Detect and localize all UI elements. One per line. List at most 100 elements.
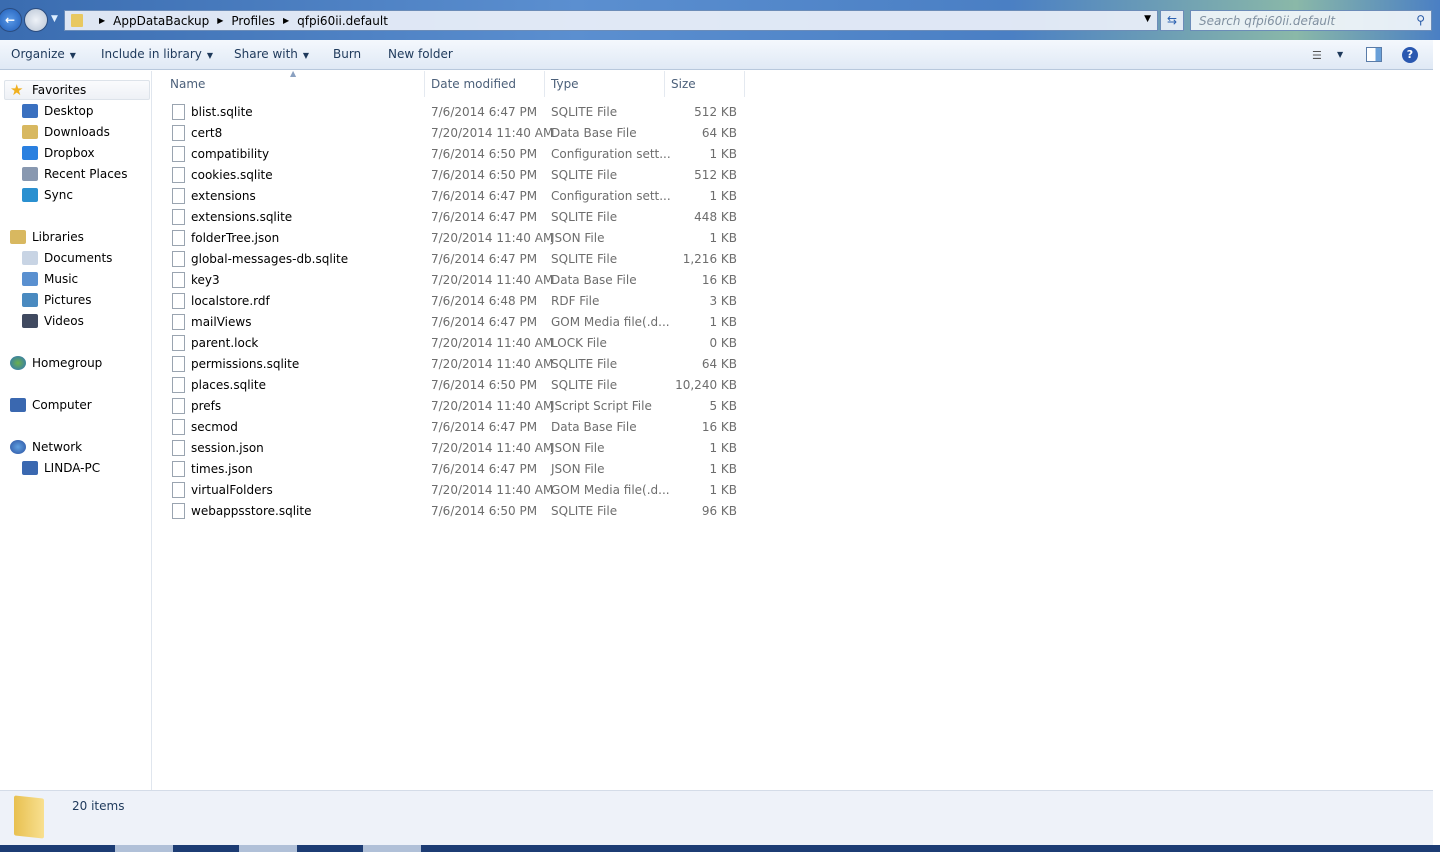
file-row[interactable]: mailViews 7/6/2014 6:47 PM GOM Media file(…	[170, 312, 740, 333]
sidebar-item-music[interactable]: Music	[22, 269, 78, 289]
sidebar-item-pictures[interactable]: Pictures	[22, 290, 92, 310]
search-icon[interactable]: ⚲	[1416, 13, 1425, 27]
sidebar-item-dropbox[interactable]: Dropbox	[22, 143, 95, 163]
sidebar-item-videos[interactable]: Videos	[22, 311, 84, 331]
file-name: times.json	[191, 462, 253, 476]
file-row[interactable]: global-messages-db.sqlite 7/6/2014 6:47 P…	[170, 249, 740, 270]
sidebar-network[interactable]: Network	[10, 437, 82, 457]
taskbar-button[interactable]	[115, 845, 173, 852]
file-size: 64 KB	[701, 126, 737, 140]
file-row[interactable]: prefs 7/20/2014 11:40 AM JScript Script Fi…	[170, 396, 740, 417]
file-type: JScript Script File	[551, 399, 652, 413]
file-name: parent.lock	[191, 336, 259, 350]
new-folder-button[interactable]: New folder	[388, 47, 453, 61]
file-icon	[172, 419, 185, 435]
file-size: 96 KB	[701, 504, 737, 518]
address-bar[interactable]: ▶ AppDataBackup ▶ Profiles ▶ qfpi60ii.de…	[64, 10, 1158, 31]
chevron-right-icon[interactable]: ▶	[283, 16, 289, 25]
file-icon	[172, 356, 185, 372]
file-row[interactable]: session.json 7/20/2014 11:40 AM JSON File 1…	[170, 438, 740, 459]
breadcrumb-profiles[interactable]: Profiles	[231, 14, 275, 28]
file-icon	[172, 461, 185, 477]
sidebar-item-recent-places[interactable]: Recent Places	[22, 164, 127, 184]
file-row[interactable]: blist.sqlite 7/6/2014 6:47 PM SQLITE File 5…	[170, 102, 740, 123]
sidebar-item-sync[interactable]: Sync	[22, 185, 73, 205]
share-with-button[interactable]: Share with ▼	[234, 47, 309, 61]
sidebar-item-documents[interactable]: Documents	[22, 248, 112, 268]
file-size: 1 KB	[709, 231, 737, 245]
recent-pages-dropdown-icon[interactable]: ▼	[51, 14, 58, 24]
sidebar-favorites[interactable]: ★ Favorites	[10, 80, 86, 100]
column-divider[interactable]	[664, 71, 665, 97]
file-type: Data Base File	[551, 126, 637, 140]
burn-button[interactable]: Burn	[333, 47, 361, 61]
file-size: 16 KB	[701, 420, 737, 434]
file-icon	[172, 104, 185, 120]
chevron-down-icon[interactable]: ▼	[1337, 50, 1343, 59]
file-row[interactable]: permissions.sqlite 7/20/2014 11:40 AM SQLI…	[170, 354, 740, 375]
column-header-name[interactable]: Name	[170, 77, 205, 91]
file-date: 7/20/2014 11:40 AM	[431, 126, 554, 140]
column-header-size[interactable]: Size	[671, 77, 696, 91]
chevron-right-icon[interactable]: ▶	[217, 16, 223, 25]
file-date: 7/20/2014 11:40 AM	[431, 336, 554, 350]
network-icon	[10, 440, 26, 454]
file-row[interactable]: compatibility 7/6/2014 6:50 PM Configurati…	[170, 144, 740, 165]
file-type: JSON File	[551, 462, 605, 476]
file-row[interactable]: extensions 7/6/2014 6:47 PM Configuration …	[170, 186, 740, 207]
sidebar-computer[interactable]: Computer	[10, 395, 92, 415]
forward-button[interactable]	[24, 8, 48, 32]
sidebar-item-linda-pc[interactable]: LINDA-PC	[22, 458, 100, 478]
file-type: SQLITE File	[551, 252, 618, 266]
sidebar-homegroup[interactable]: Homegroup	[10, 353, 102, 373]
column-divider[interactable]	[544, 71, 545, 97]
file-row[interactable]: places.sqlite 7/6/2014 6:50 PM SQLITE File…	[170, 375, 740, 396]
taskbar-button[interactable]	[363, 845, 421, 852]
address-dropdown-icon[interactable]: ▼	[1144, 14, 1151, 24]
file-size: 1 KB	[709, 441, 737, 455]
column-header-type[interactable]: Type	[551, 77, 579, 91]
file-icon	[172, 440, 185, 456]
search-input[interactable]: Search qfpi60ii.default ⚲	[1190, 10, 1432, 31]
organize-button[interactable]: Organize ▼	[11, 47, 76, 61]
file-row[interactable]: localstore.rdf 7/6/2014 6:48 PM RDF File 3 …	[170, 291, 740, 312]
chevron-right-icon[interactable]: ▶	[99, 16, 105, 25]
sidebar-label: Dropbox	[44, 146, 95, 160]
sidebar-label: Libraries	[32, 230, 84, 244]
chevron-down-icon: ▼	[302, 51, 310, 60]
file-row[interactable]: cert8 7/20/2014 11:40 AM Data Base File 64 …	[170, 123, 740, 144]
file-row[interactable]: virtualFolders 7/20/2014 11:40 AM GOM Medi…	[170, 480, 740, 501]
file-row[interactable]: cookies.sqlite 7/6/2014 6:50 PM SQLITE Fil…	[170, 165, 740, 186]
file-name: cookies.sqlite	[191, 168, 273, 182]
column-header-date[interactable]: Date modified	[431, 77, 516, 91]
refresh-button[interactable]: ⇆	[1160, 10, 1184, 31]
sidebar-item-downloads[interactable]: Downloads	[22, 122, 110, 142]
file-row[interactable]: secmod 7/6/2014 6:47 PM Data Base File 16 K…	[170, 417, 740, 438]
back-button[interactable]: ←	[0, 8, 22, 32]
file-date: 7/6/2014 6:50 PM	[431, 504, 538, 518]
breadcrumb-appdatabackup[interactable]: AppDataBackup	[113, 14, 209, 28]
include-in-library-button[interactable]: Include in library ▼	[101, 47, 213, 61]
file-name: key3	[191, 273, 220, 287]
file-row[interactable]: extensions.sqlite 7/6/2014 6:47 PM SQLITE …	[170, 207, 740, 228]
file-row[interactable]: key3 7/20/2014 11:40 AM Data Base File 16 K…	[170, 270, 740, 291]
sidebar-libraries[interactable]: Libraries	[10, 227, 84, 247]
file-row[interactable]: times.json 7/6/2014 6:47 PM JSON File 1 KB	[170, 459, 740, 480]
breadcrumb-current[interactable]: qfpi60ii.default	[297, 14, 388, 28]
file-icon	[172, 398, 185, 414]
sidebar-item-desktop[interactable]: Desktop	[22, 101, 94, 121]
view-options-icon[interactable]: ☰	[1312, 49, 1322, 62]
column-divider[interactable]	[744, 71, 745, 97]
help-icon[interactable]: ?	[1402, 47, 1418, 63]
file-size: 512 KB	[694, 168, 737, 182]
file-row[interactable]: webappsstore.sqlite 7/6/2014 6:50 PM SQLIT…	[170, 501, 740, 522]
column-divider[interactable]	[424, 71, 425, 97]
search-placeholder: Search qfpi60ii.default	[1199, 14, 1336, 28]
file-icon	[172, 146, 185, 162]
file-size: 0 KB	[709, 336, 737, 350]
file-name: folderTree.json	[191, 231, 280, 245]
file-row[interactable]: parent.lock 7/20/2014 11:40 AM LOCK File 0 …	[170, 333, 740, 354]
taskbar-button[interactable]	[239, 845, 297, 852]
preview-pane-button[interactable]	[1366, 47, 1382, 62]
file-row[interactable]: folderTree.json 7/20/2014 11:40 AM JSON Fi…	[170, 228, 740, 249]
